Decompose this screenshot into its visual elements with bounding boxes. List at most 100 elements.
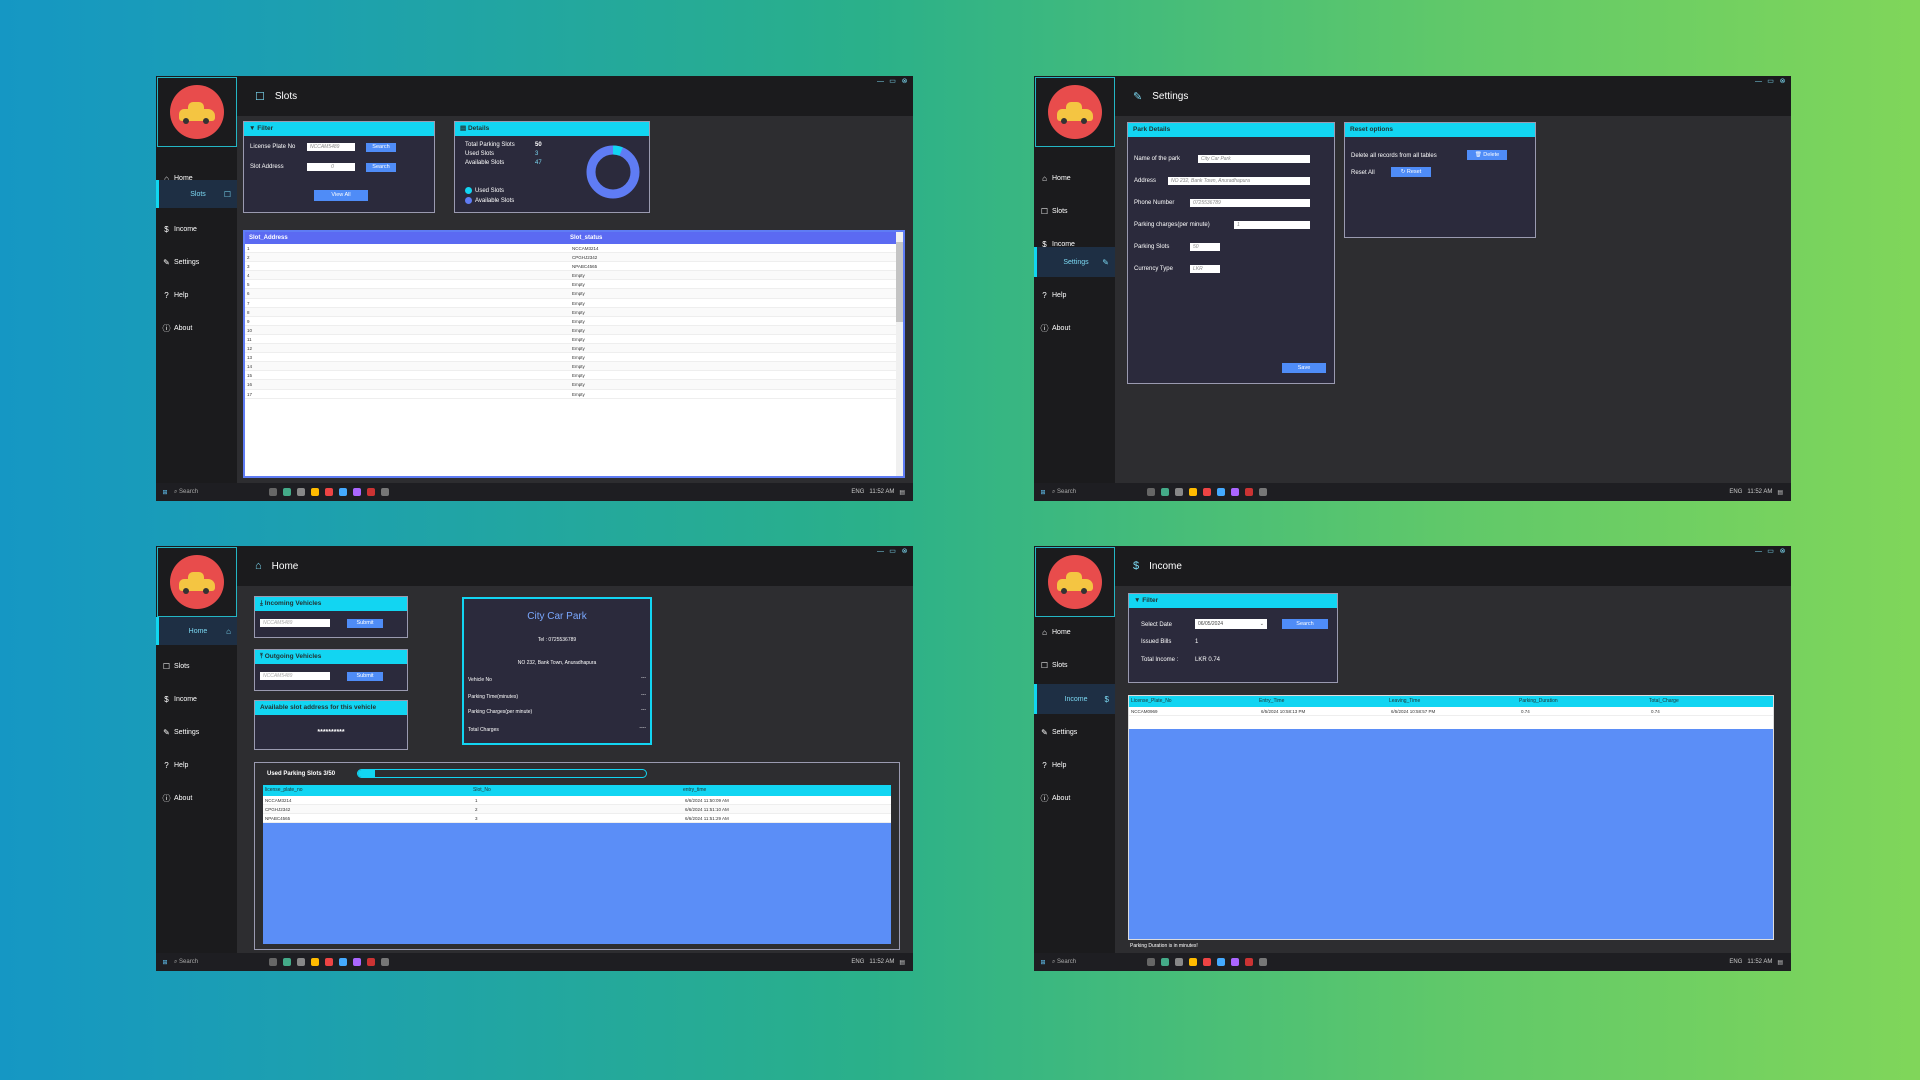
maximize-icon[interactable]: ▭ [1766,548,1775,556]
nav-help[interactable]: ? Help [1034,750,1115,780]
close-icon[interactable]: ⊗ [1778,548,1787,556]
scrollbar[interactable] [896,232,903,476]
notification-icon[interactable]: ▤ [899,959,905,966]
table-row[interactable]: 2 CPGHJ2342 [245,253,903,263]
minimize-icon[interactable]: — [1754,548,1763,556]
table-row[interactable]: NCCAM0969 6/5/2024 10:58:13 PM 6/5/2024 10… [1129,707,1773,717]
save-button[interactable]: Save [1282,363,1326,373]
table-row[interactable]: 16 Empty [245,380,903,390]
maximize-icon[interactable]: ▭ [888,548,897,556]
receipt-charge-value: --- [641,707,646,713]
notification-icon[interactable]: ▤ [1777,959,1783,966]
nav-about[interactable]: ⓘ About [156,313,237,343]
table-row[interactable]: 9 Empty [245,317,903,326]
address-input[interactable]: NO 232, Bank Town, Anuradhapura [1168,177,1310,185]
close-icon[interactable]: ⊗ [900,78,909,86]
nav-settings[interactable]: Settings ✎ [1034,247,1115,277]
receipt-total-value: ---- [639,725,646,731]
table-row[interactable]: NPABC4565 3 6/6/2024 11:51:29 AM [263,814,891,824]
table-row[interactable]: 10 Empty [245,325,903,335]
nav-income[interactable]: $ Income [156,684,237,714]
nav-about[interactable]: ⓘ About [156,783,237,813]
nav-settings[interactable]: ✎ Settings [1034,717,1115,747]
table-body: 1 NCCAM3214 2 CPGHJ2342 3 NPABC4565 4 Empty 5 Emp… [245,244,903,399]
minimize-icon[interactable]: — [1754,78,1763,86]
nav-slots[interactable]: ☐ Slots [1034,196,1115,226]
outgoing-vehicles-panel: ⤒ Outgoing Vehicles NCCAM5489 Submit [254,649,408,691]
maximize-icon[interactable]: ▭ [888,78,897,86]
minimize-icon[interactable]: — [876,548,885,556]
nav-home[interactable]: ⌂ Home [1034,163,1115,193]
notification-icon[interactable]: ▤ [899,489,905,496]
incoming-plate-input[interactable]: NCCAM5489 [260,619,330,627]
delete-button[interactable]: 🗑 Delete [1467,150,1507,160]
nav-about[interactable]: ⓘ About [1034,313,1115,343]
parking-slots-input[interactable]: 50 [1190,243,1220,251]
slot-search-button[interactable]: Search [366,163,396,172]
slots-table[interactable]: Slot_Address Slot_status 1 NCCAM3214 2 CPGH… [243,230,905,478]
table-row[interactable]: 14 Empty [245,362,903,372]
view-all-button[interactable]: View All [314,190,368,201]
nav-settings[interactable]: ✎ Settings [156,717,237,747]
reset-button[interactable]: ↻ Reset [1391,167,1431,177]
taskbar-search[interactable]: ⌕ Search [1052,489,1142,496]
incoming-submit-button[interactable]: Submit [347,619,383,628]
plate-input[interactable]: NCCAM5489 [307,143,355,151]
table-row[interactable]: 11 Empty [245,335,903,345]
income-search-button[interactable]: Search [1282,619,1328,629]
park-name-label: Name of the park [1134,156,1181,162]
maximize-icon[interactable]: ▭ [1766,78,1775,86]
dollar-icon: $ [164,224,169,234]
table-row[interactable]: NCCAM3214 1 6/6/2024 11:50:09 AM [263,796,891,806]
taskbar-search[interactable]: ⌕ Search [174,959,264,966]
title-bar: ⌂ Home [237,546,913,586]
table-row[interactable]: 1 NCCAM3214 [245,244,903,254]
nav-slots[interactable]: ☐ Slots [1034,650,1115,680]
table-row[interactable]: 17 Empty [245,390,903,399]
window-controls: — ▭ ⊗ [876,78,909,86]
income-table[interactable]: License_Plate_No Entry_Time Leaving_Time… [1128,695,1774,940]
outgoing-plate-input[interactable]: NCCAM5489 [260,672,330,680]
nav-about[interactable]: ⓘ About [1034,783,1115,813]
park-name-input[interactable]: City Car Park [1198,155,1310,163]
table-row[interactable]: 4 Empty [245,271,903,281]
slot-input[interactable]: 0 [307,163,355,171]
table-row[interactable]: 12 Empty [245,344,903,354]
currency-input[interactable]: LKR [1190,265,1220,273]
nav-help[interactable]: ? Help [1034,280,1115,310]
phone-input[interactable]: 0725536789 [1190,199,1310,207]
table-row[interactable]: 6 Empty [245,289,903,299]
date-picker[interactable]: 06/05/2024 ⌄ [1195,619,1267,629]
table-row[interactable]: 7 Empty [245,299,903,308]
vehicles-table[interactable]: license_plate_no Slot_No entry_time NCCA… [263,785,891,944]
charge-input[interactable]: 1 [1234,221,1310,229]
table-row[interactable]: 13 Empty [245,353,903,363]
close-icon[interactable]: ⊗ [900,548,909,556]
nav-home[interactable]: ⌂ Home [1034,617,1115,647]
title-bar: ☐ Slots [237,76,913,116]
nav-income[interactable]: Income $ [1034,684,1115,714]
nav-help[interactable]: ? Help [156,280,237,310]
nav-home[interactable]: Home ⌂ [156,617,237,645]
windows-icon[interactable]: ⊞ [156,489,174,496]
nav-help[interactable]: ? Help [156,750,237,780]
windows-icon[interactable]: ⊞ [1034,489,1052,496]
outgoing-submit-button[interactable]: Submit [347,672,383,681]
taskbar-search[interactable]: ⌕ Search [174,489,264,496]
close-icon[interactable]: ⊗ [1778,78,1787,86]
table-row[interactable]: 8 Empty [245,307,903,317]
nav-slots[interactable]: ☐ Slots [156,651,237,681]
table-row[interactable]: 15 Empty [245,371,903,381]
plate-search-button[interactable]: Search [366,143,396,152]
nav-income[interactable]: $ Income [156,214,237,244]
notification-icon[interactable]: ▤ [1777,489,1783,496]
table-row[interactable]: 3 NPABC4565 [245,262,903,272]
nav-settings[interactable]: ✎ Settings [156,247,237,277]
minimize-icon[interactable]: — [876,78,885,86]
windows-icon[interactable]: ⊞ [156,959,174,966]
taskbar-search[interactable]: ⌕ Search [1052,959,1142,966]
table-row[interactable]: 5 Empty [245,280,903,290]
table-row[interactable]: CPGHJ2342 2 6/6/2024 11:51:10 AM [263,805,891,815]
windows-icon[interactable]: ⊞ [1034,959,1052,966]
nav-slots[interactable]: Slots ☐ [156,180,237,208]
